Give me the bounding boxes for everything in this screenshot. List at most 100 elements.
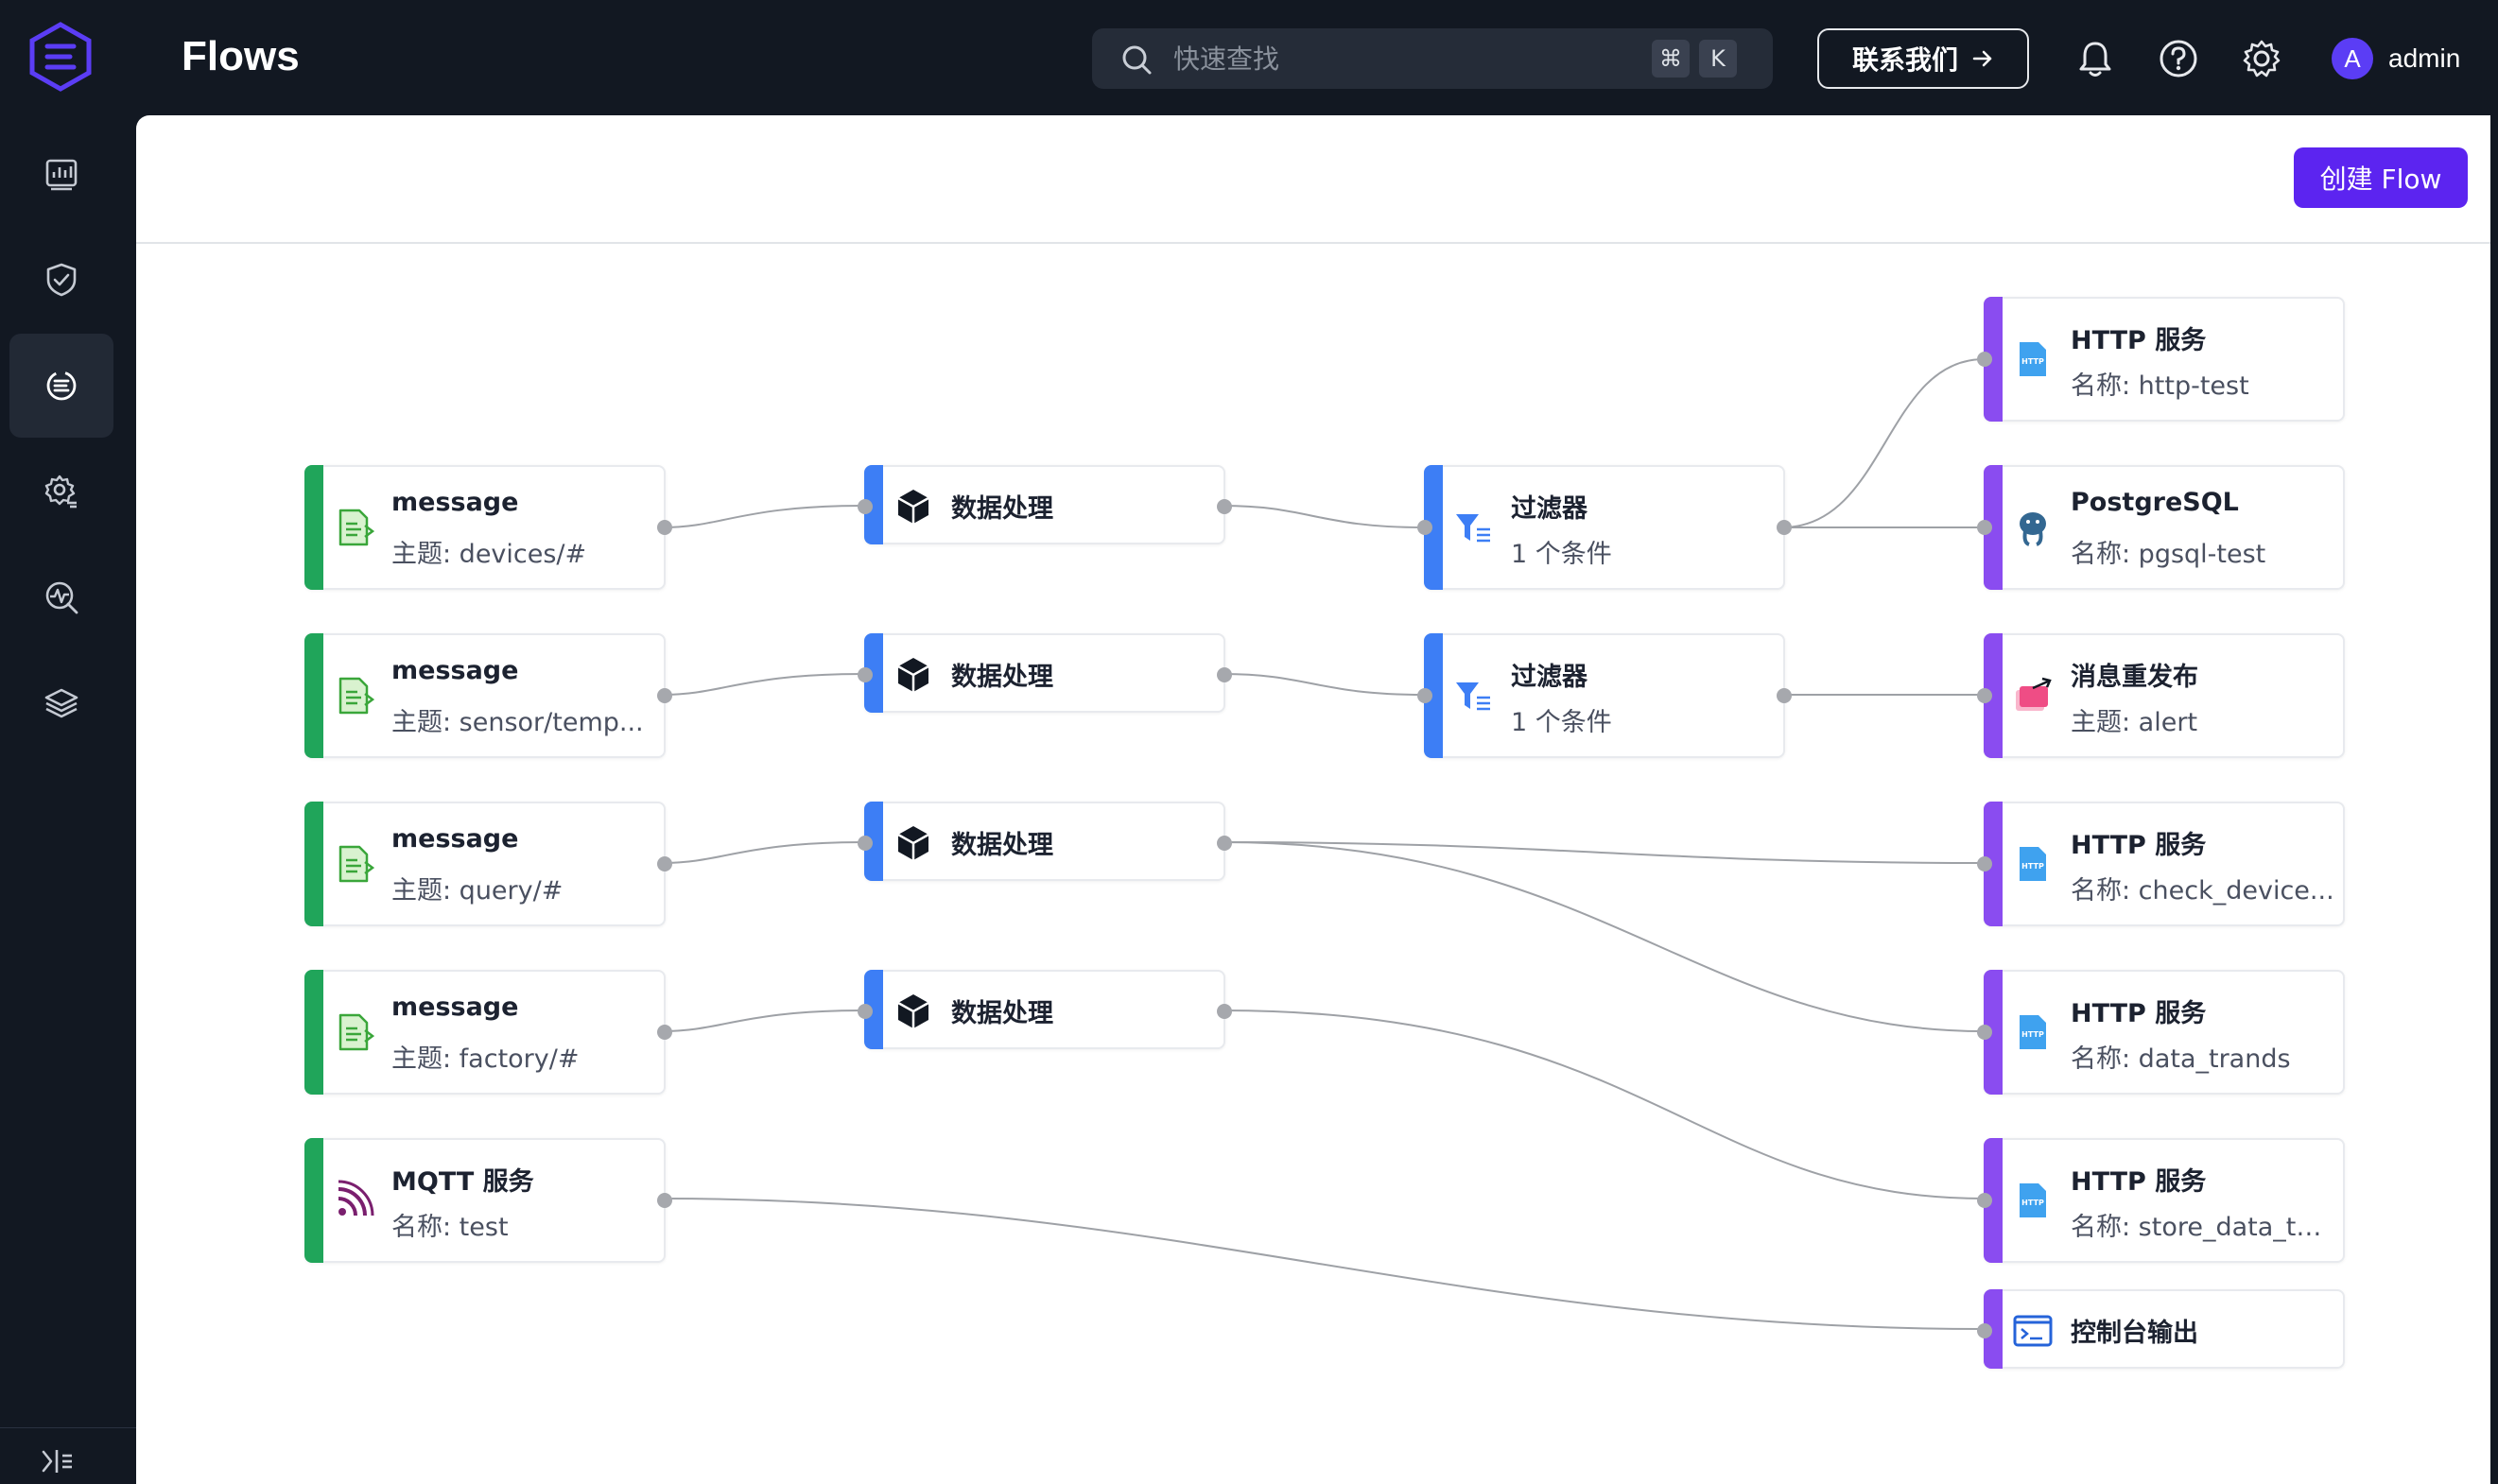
flow-node-processor[interactable]: 数据处理 <box>858 465 1232 544</box>
username[interactable]: admin <box>2388 40 2460 78</box>
node-title: MQTT 服务 <box>391 1167 534 1197</box>
flow-node-sink[interactable]: PostgreSQL 名称: pgsql-test <box>1977 465 2345 590</box>
contact-us-button[interactable]: 联系我们 <box>1817 28 2029 89</box>
app-logo-icon[interactable] <box>26 21 95 93</box>
node-input-port[interactable] <box>1417 520 1432 535</box>
flow-node-source[interactable]: message 主题: factory/# <box>304 970 672 1095</box>
avatar[interactable]: A <box>2332 38 2373 79</box>
search-input[interactable] <box>1173 38 1589 79</box>
node-title: message <box>391 992 519 1022</box>
flow-node-source[interactable]: message 主题: devices/# <box>304 465 672 590</box>
node-input-port[interactable] <box>1977 688 1992 703</box>
node-subtitle: 名称: http-test <box>2071 371 2249 401</box>
flow-node-source[interactable]: message 主题: query/# <box>304 802 672 926</box>
flow-node-sink[interactable]: HTTP HTTP 服务 名称: check_device... <box>1977 802 2345 926</box>
layers-icon <box>44 688 78 718</box>
node-output-port[interactable] <box>657 688 672 703</box>
flow-node-sink[interactable]: 消息重发布 主题: alert <box>1977 633 2345 758</box>
svg-text:HTTP: HTTP <box>2021 357 2044 366</box>
node-input-port[interactable] <box>1977 1025 1992 1040</box>
node-color-bar <box>304 1138 323 1263</box>
node-output-port[interactable] <box>657 1025 672 1040</box>
republish-icon <box>2016 677 2052 711</box>
flow-node-filter[interactable]: 过滤器 1 个条件 <box>1417 633 1792 758</box>
node-subtitle: 名称: test <box>391 1213 509 1242</box>
node-output-port[interactable] <box>1217 836 1232 851</box>
contact-us-label: 联系我们 <box>1851 44 1958 76</box>
edge <box>662 673 865 696</box>
sidebar-item-flows[interactable] <box>9 334 113 438</box>
node-title: 消息重发布 <box>2071 663 2198 692</box>
flow-node-sink[interactable]: HTTP HTTP 服务 名称: store_data_to... <box>1977 1138 2345 1263</box>
node-input-port[interactable] <box>1977 1193 1992 1208</box>
node-title: 过滤器 <box>1511 494 1587 524</box>
flow-canvas[interactable]: message 主题: devices/# message 主题: sensor… <box>136 246 2490 1484</box>
http-file-icon: HTTP <box>2020 847 2046 881</box>
flows-icon <box>46 371 77 401</box>
postgresql-icon <box>2020 512 2046 546</box>
flow-node-filter[interactable]: 过滤器 1 个条件 <box>1417 465 1792 590</box>
create-flow-button[interactable]: 创建 Flow <box>2294 147 2468 208</box>
edge <box>1222 841 1985 864</box>
node-title: message <box>391 656 519 685</box>
flow-node-source[interactable]: MQTT 服务 名称: test <box>304 1138 672 1263</box>
node-input-port[interactable] <box>858 1004 873 1019</box>
flow-node-sink[interactable]: HTTP HTTP 服务 名称: data_trands <box>1977 970 2345 1095</box>
settings-icon[interactable] <box>2241 38 2282 79</box>
node-output-port[interactable] <box>1777 688 1792 703</box>
node-input-port[interactable] <box>1417 688 1432 703</box>
edge <box>662 505 865 528</box>
flow-node-sink[interactable]: 控制台输出 <box>1977 1289 2345 1369</box>
node-output-port[interactable] <box>657 1193 672 1208</box>
node-title: 数据处理 <box>951 494 1053 524</box>
node-input-port[interactable] <box>1977 520 1992 535</box>
node-subtitle: 主题: factory/# <box>391 1044 580 1074</box>
http-file-icon: HTTP <box>2020 342 2046 376</box>
flow-node-source[interactable]: message 主题: sensor/temp... <box>304 633 672 758</box>
node-input-port[interactable] <box>1977 856 1992 871</box>
svg-text:HTTP: HTTP <box>2021 1199 2044 1207</box>
sidebar-item-management[interactable] <box>9 440 113 544</box>
node-output-port[interactable] <box>1217 1004 1232 1019</box>
search-icon <box>1122 45 1152 75</box>
dashboard-icon <box>45 159 78 191</box>
node-color-bar <box>304 465 323 590</box>
node-input-port[interactable] <box>858 499 873 514</box>
help-icon[interactable] <box>2158 38 2199 79</box>
main-panel: 创建 Flow message 主题: devices/# message 主题… <box>136 115 2490 1484</box>
sidebar-item-diagnose[interactable] <box>9 545 113 649</box>
message-icon <box>338 845 374 883</box>
edge <box>1781 358 1985 528</box>
flow-node-processor[interactable]: 数据处理 <box>858 633 1232 713</box>
edge <box>662 1009 865 1032</box>
node-input-port[interactable] <box>858 667 873 682</box>
sidebar-item-security[interactable] <box>9 228 113 332</box>
node-title: HTTP 服务 <box>2071 831 2207 860</box>
node-input-port[interactable] <box>858 836 873 851</box>
node-subtitle: 名称: store_data_to... <box>2071 1213 2335 1242</box>
mqtt-icon <box>338 1180 374 1217</box>
node-output-port[interactable] <box>657 520 672 535</box>
sidebar-divider <box>0 1427 136 1428</box>
sidebar-item-extensions[interactable] <box>9 651 113 755</box>
node-title: message <box>391 824 519 854</box>
node-output-port[interactable] <box>657 856 672 871</box>
node-output-port[interactable] <box>1777 520 1792 535</box>
bell-icon[interactable] <box>2074 38 2116 79</box>
sidebar-item-dashboard[interactable] <box>9 122 113 226</box>
http-file-icon: HTTP <box>2020 1183 2046 1217</box>
node-input-port[interactable] <box>1977 352 1992 367</box>
flow-node-sink[interactable]: HTTP HTTP 服务 名称: http-test <box>1977 297 2345 422</box>
node-color-bar <box>304 802 323 926</box>
edge <box>662 1198 1985 1330</box>
node-output-port[interactable] <box>1217 667 1232 682</box>
collapse-sidebar-icon[interactable] <box>38 1442 76 1480</box>
message-icon <box>338 509 374 546</box>
flow-node-processor[interactable]: 数据处理 <box>858 802 1232 881</box>
filter-icon <box>1456 682 1490 711</box>
node-input-port[interactable] <box>1977 1323 1992 1338</box>
edge <box>1222 841 1985 1032</box>
search-box[interactable]: ⌘ K <box>1092 28 1773 89</box>
flow-node-processor[interactable]: 数据处理 <box>858 970 1232 1049</box>
node-output-port[interactable] <box>1217 499 1232 514</box>
